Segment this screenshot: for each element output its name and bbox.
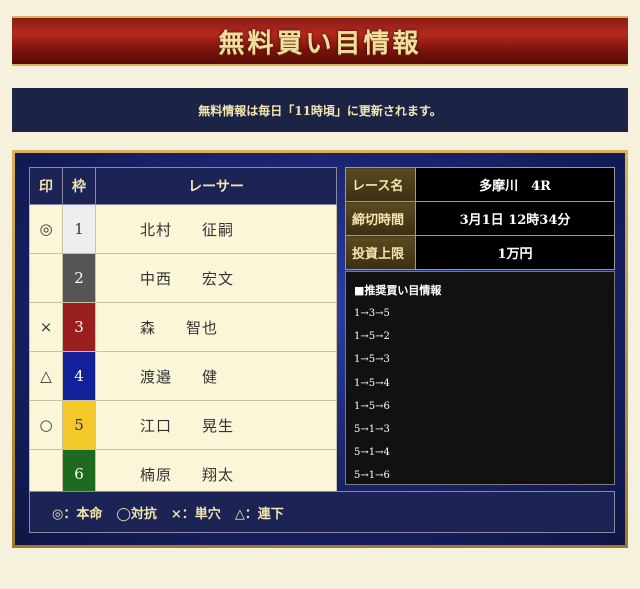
waku-number: 5 <box>62 400 96 450</box>
racer-row: 2 中西 宏文 <box>29 253 337 303</box>
racer-mark: × <box>29 302 63 352</box>
recommendation-item: 5→1→6 <box>354 470 390 482</box>
racer-surname: 渡邉 <box>140 367 173 386</box>
racer-row: ◎ 1 北村 征嗣 <box>29 204 337 254</box>
waku-number: 4 <box>62 351 96 401</box>
recommendation-item: 1→5→3 <box>354 354 390 366</box>
prediction-panel-inner: 印 枠 レーサー ◎ 1 北村 征嗣 2 中西 宏文 × 3 森智也 △ 4 渡邉健 ○ 5 江口 晃生 6 楠原翔… <box>15 153 625 545</box>
budget-value: 1万円 <box>415 235 615 270</box>
prediction-panel: 印 枠 レーサー ◎ 1 北村 征嗣 2 中西 宏文 × 3 森智也 △ 4 渡邉健 ○ 5 江口 晃生 6 楠原翔… <box>12 150 628 548</box>
racer-surname: 北村 <box>140 220 173 239</box>
deadline-row: 締切時間 3月1日 12時34分 <box>345 201 615 236</box>
racer-given-name: 智也 <box>186 318 219 337</box>
racer-surname: 江口 <box>140 416 173 435</box>
racer-given-name: 宏文 <box>202 269 235 288</box>
legend-tanana: ×：単穴 <box>170 506 221 522</box>
race-name-row: レース名 多摩川 4R <box>345 167 615 202</box>
racer-name: 渡邉 健 <box>95 351 337 401</box>
mark-header: 印 <box>29 167 63 205</box>
recommendation-list: 1→3→5 1→5→2 1→5→3 1→5→4 1→5→6 5→1→3 5→1→4 5→1→6 <box>354 307 606 484</box>
racer-given-name: 征嗣 <box>202 220 235 239</box>
update-notice: 無料情報は毎日「11時頃」に更新されます。 <box>12 88 628 132</box>
waku-number: 1 <box>62 204 96 254</box>
racer-given-name: 晃生 <box>202 416 235 435</box>
racer-mark: △ <box>29 351 63 401</box>
recommendation-item: 1→5→6 <box>354 400 390 412</box>
racer-name: 森 智也 <box>95 302 337 352</box>
recommendation-item: 5→1→4 <box>354 447 390 459</box>
recommendation-title: ■推奨買い目情報 <box>354 284 442 297</box>
recommendation-item: 1→5→2 <box>354 331 390 343</box>
budget-row: 投資上限 1万円 <box>345 235 615 270</box>
recommendation-item: 1→5→4 <box>354 377 390 389</box>
race-name-value: 多摩川 4R <box>415 167 615 202</box>
deadline-value: 3月1日 12時34分 <box>415 201 615 236</box>
racer-row: ○ 5 江口 晃生 <box>29 400 337 450</box>
racer-surname: 楠原 <box>140 465 173 484</box>
racer-mark <box>29 253 63 303</box>
legend-renka: △：連下 <box>234 506 284 522</box>
recommendation-item: 5→1→3 <box>354 423 390 435</box>
racer-given-name: 翔太 <box>202 465 235 484</box>
racer-row: △ 4 渡邉 健 <box>29 351 337 401</box>
waku-number: 2 <box>62 253 96 303</box>
racer-name: 中西 宏文 <box>95 253 337 303</box>
racer-table: 印 枠 レーサー ◎ 1 北村 征嗣 2 中西 宏文 × 3 森智也 △ 4 渡邉健 ○ 5 江口 晃生 6 楠原翔… <box>29 167 337 499</box>
budget-label: 投資上限 <box>345 235 416 270</box>
racer-name: 江口 晃生 <box>95 400 337 450</box>
racer-surname: 中西 <box>140 269 173 288</box>
page-title: 無料買い目情報 <box>218 28 422 59</box>
racer-surname: 森 <box>140 318 157 337</box>
race-name-label: レース名 <box>345 167 416 202</box>
deadline-label: 締切時間 <box>345 201 416 236</box>
recommendation-box[interactable]: ■推奨買い目情報 1→3→5 1→5→2 1→5→3 1→5→4 1→5→6 5→1→3 5… <box>345 271 615 485</box>
racer-row: × 3 森 智也 <box>29 302 337 352</box>
racer-mark: ◎ <box>29 204 63 254</box>
mark-legend: ◎：本命 ◯対抗 ×：単穴 △：連下 <box>29 491 615 533</box>
waku-number: 3 <box>62 302 96 352</box>
update-notice-text: 無料情報は毎日「11時頃」に更新されます。 <box>198 103 442 118</box>
race-info-table: レース名 多摩川 4R 締切時間 3月1日 12時34分 投資上限 1万円 <box>345 167 615 270</box>
legend-honmei: ◎：本命 <box>52 506 103 522</box>
legend-taikou: ◯対抗 <box>116 506 157 522</box>
waku-header: 枠 <box>62 167 96 205</box>
title-banner: 無料買い目情報 <box>12 16 628 66</box>
racer-header: レーサー <box>95 167 337 205</box>
recommendation-item: 1→3→5 <box>354 308 390 319</box>
racer-mark: ○ <box>29 400 63 450</box>
racer-name: 北村 征嗣 <box>95 204 337 254</box>
racer-given-name: 健 <box>202 367 219 386</box>
racer-table-header: 印 枠 レーサー <box>29 167 337 205</box>
